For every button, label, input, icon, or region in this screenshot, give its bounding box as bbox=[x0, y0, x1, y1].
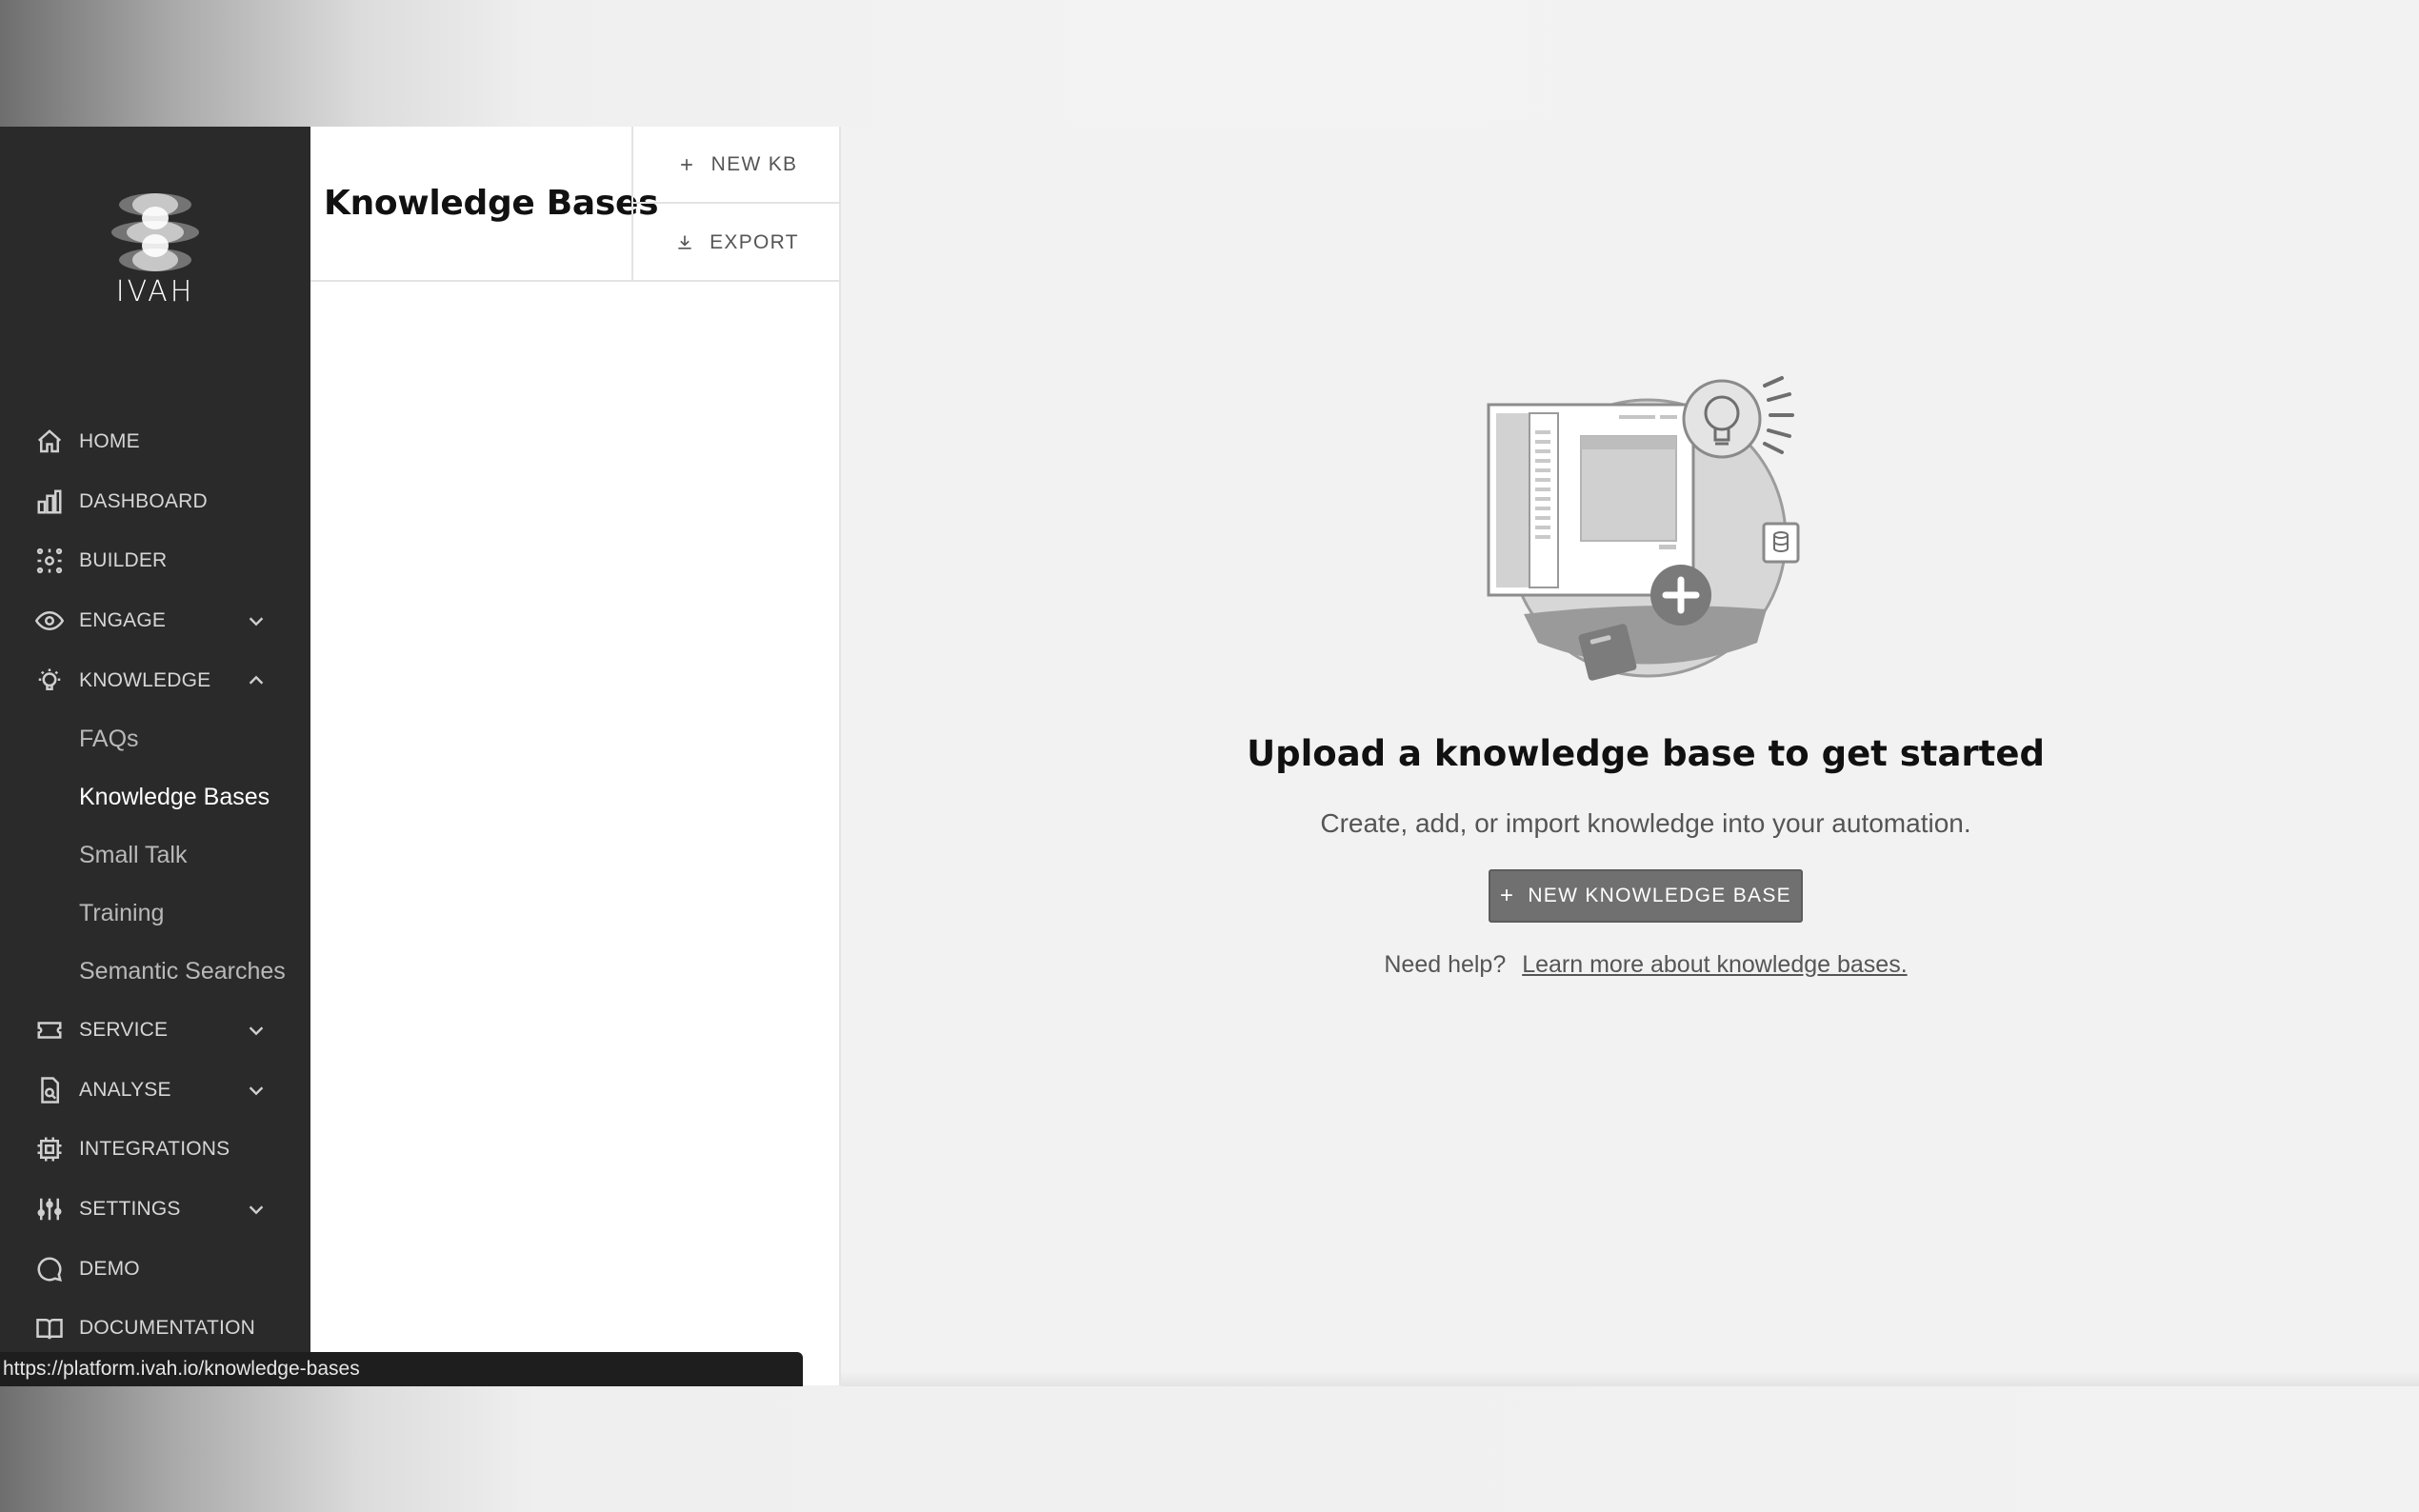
chat-icon bbox=[34, 1254, 65, 1284]
nav-label: DEMO bbox=[79, 1257, 140, 1280]
eye-icon bbox=[34, 606, 65, 636]
sidebar-item-training[interactable]: Training bbox=[0, 885, 310, 943]
analyse-icon bbox=[34, 1075, 65, 1105]
lightbulb-icon bbox=[34, 666, 65, 696]
new-kb-button[interactable]: NEW KB bbox=[633, 127, 841, 204]
chevron-down-icon[interactable] bbox=[246, 1080, 267, 1101]
nav-item-integrations[interactable]: INTEGRATIONS bbox=[0, 1120, 310, 1180]
nav-item-builder[interactable]: BUILDER bbox=[0, 531, 310, 591]
help-text: Need help? Learn more about knowledge ba… bbox=[1186, 951, 2106, 979]
export-button[interactable]: EXPORT bbox=[633, 204, 841, 281]
plus-icon bbox=[677, 154, 698, 175]
nav-label: DOCUMENTATION bbox=[79, 1317, 255, 1340]
page-title: Knowledge Bases bbox=[324, 184, 659, 223]
plus-icon: + bbox=[1500, 883, 1515, 908]
nav-item-service[interactable]: SERVICE bbox=[0, 1001, 310, 1061]
home-icon bbox=[34, 427, 65, 457]
new-knowledge-base-label: NEW KNOWLEDGE BASE bbox=[1528, 885, 1791, 906]
chevron-down-icon[interactable] bbox=[246, 610, 267, 631]
top-backdrop bbox=[0, 0, 2419, 127]
nav-label: HOME bbox=[79, 430, 140, 453]
nav-item-documentation[interactable]: DOCUMENTATION bbox=[0, 1299, 310, 1359]
book-icon bbox=[34, 1313, 65, 1343]
download-icon bbox=[675, 232, 696, 253]
sidebar-item-faqs[interactable]: FAQs bbox=[0, 710, 310, 768]
learn-more-link[interactable]: Learn more about knowledge bases. bbox=[1522, 951, 1907, 978]
builder-icon bbox=[34, 546, 65, 576]
nav-item-analyse[interactable]: ANALYSE bbox=[0, 1061, 310, 1121]
nav-item-demo[interactable]: DEMO bbox=[0, 1239, 310, 1299]
content-bottom-edge bbox=[841, 1371, 2419, 1386]
kb-actions: NEW KB EXPORT bbox=[631, 127, 841, 282]
chevron-down-icon[interactable] bbox=[246, 1020, 267, 1041]
nav-label: ANALYSE bbox=[79, 1078, 171, 1101]
chip-icon bbox=[34, 1134, 65, 1164]
chart-icon bbox=[34, 487, 65, 517]
sidebar-item-small-talk[interactable]: Small Talk bbox=[0, 826, 310, 885]
knowledge-base-illustration bbox=[1487, 376, 1800, 681]
new-knowledge-base-button[interactable]: + NEW KNOWLEDGE BASE bbox=[1489, 869, 1803, 923]
url-status-bar: https://platform.ivah.io/knowledge-bases bbox=[0, 1352, 803, 1386]
nav-label: BUILDER bbox=[79, 549, 168, 572]
nav-label: INTEGRATIONS bbox=[79, 1138, 230, 1161]
sidebar-item-semantic-searches[interactable]: Semantic Searches bbox=[0, 943, 310, 1001]
nav-item-dashboard[interactable]: DASHBOARD bbox=[0, 472, 310, 532]
main-nav: HOME DASHBOARD BUILDER ENGAGE KNOWLEDGE … bbox=[0, 412, 310, 1359]
ticket-icon bbox=[34, 1015, 65, 1045]
nav-item-engage[interactable]: ENGAGE bbox=[0, 591, 310, 651]
screen: IVAH HOME DASHBOARD BUILDER ENGAGE KNOWL… bbox=[0, 0, 2419, 1512]
nav-label: SETTINGS bbox=[79, 1198, 181, 1221]
export-label: EXPORT bbox=[710, 230, 799, 253]
logo-text: IVAH bbox=[115, 275, 195, 308]
logo-mark-icon bbox=[111, 193, 199, 271]
knowledge-base-list-panel: Knowledge Bases NEW KB EXPORT bbox=[310, 127, 841, 1385]
nav-item-knowledge[interactable]: KNOWLEDGE bbox=[0, 650, 310, 710]
nav-label: KNOWLEDGE bbox=[79, 668, 211, 691]
sidebar-item-knowledge-bases[interactable]: Knowledge Bases bbox=[0, 768, 310, 826]
nav-label: SERVICE bbox=[79, 1019, 169, 1042]
sidebar: IVAH HOME DASHBOARD BUILDER ENGAGE KNOWL… bbox=[0, 127, 310, 1385]
kb-panel-header: Knowledge Bases NEW KB EXPORT bbox=[310, 127, 841, 282]
nav-item-settings[interactable]: SETTINGS bbox=[0, 1180, 310, 1240]
help-prefix: Need help? bbox=[1384, 951, 1507, 978]
empty-state-subtitle: Create, add, or import knowledge into yo… bbox=[1320, 808, 1971, 838]
empty-state-title: Upload a knowledge base to get started bbox=[1247, 733, 2045, 774]
chevron-down-icon[interactable] bbox=[246, 1199, 267, 1220]
sliders-icon bbox=[34, 1194, 65, 1224]
logo[interactable]: IVAH bbox=[0, 193, 310, 308]
new-kb-label: NEW KB bbox=[710, 152, 798, 175]
nav-label: DASHBOARD bbox=[79, 489, 208, 512]
bottom-backdrop bbox=[0, 1385, 2419, 1512]
chevron-up-icon[interactable] bbox=[246, 670, 267, 691]
nav-item-home[interactable]: HOME bbox=[0, 412, 310, 472]
nav-label: ENGAGE bbox=[79, 609, 167, 632]
